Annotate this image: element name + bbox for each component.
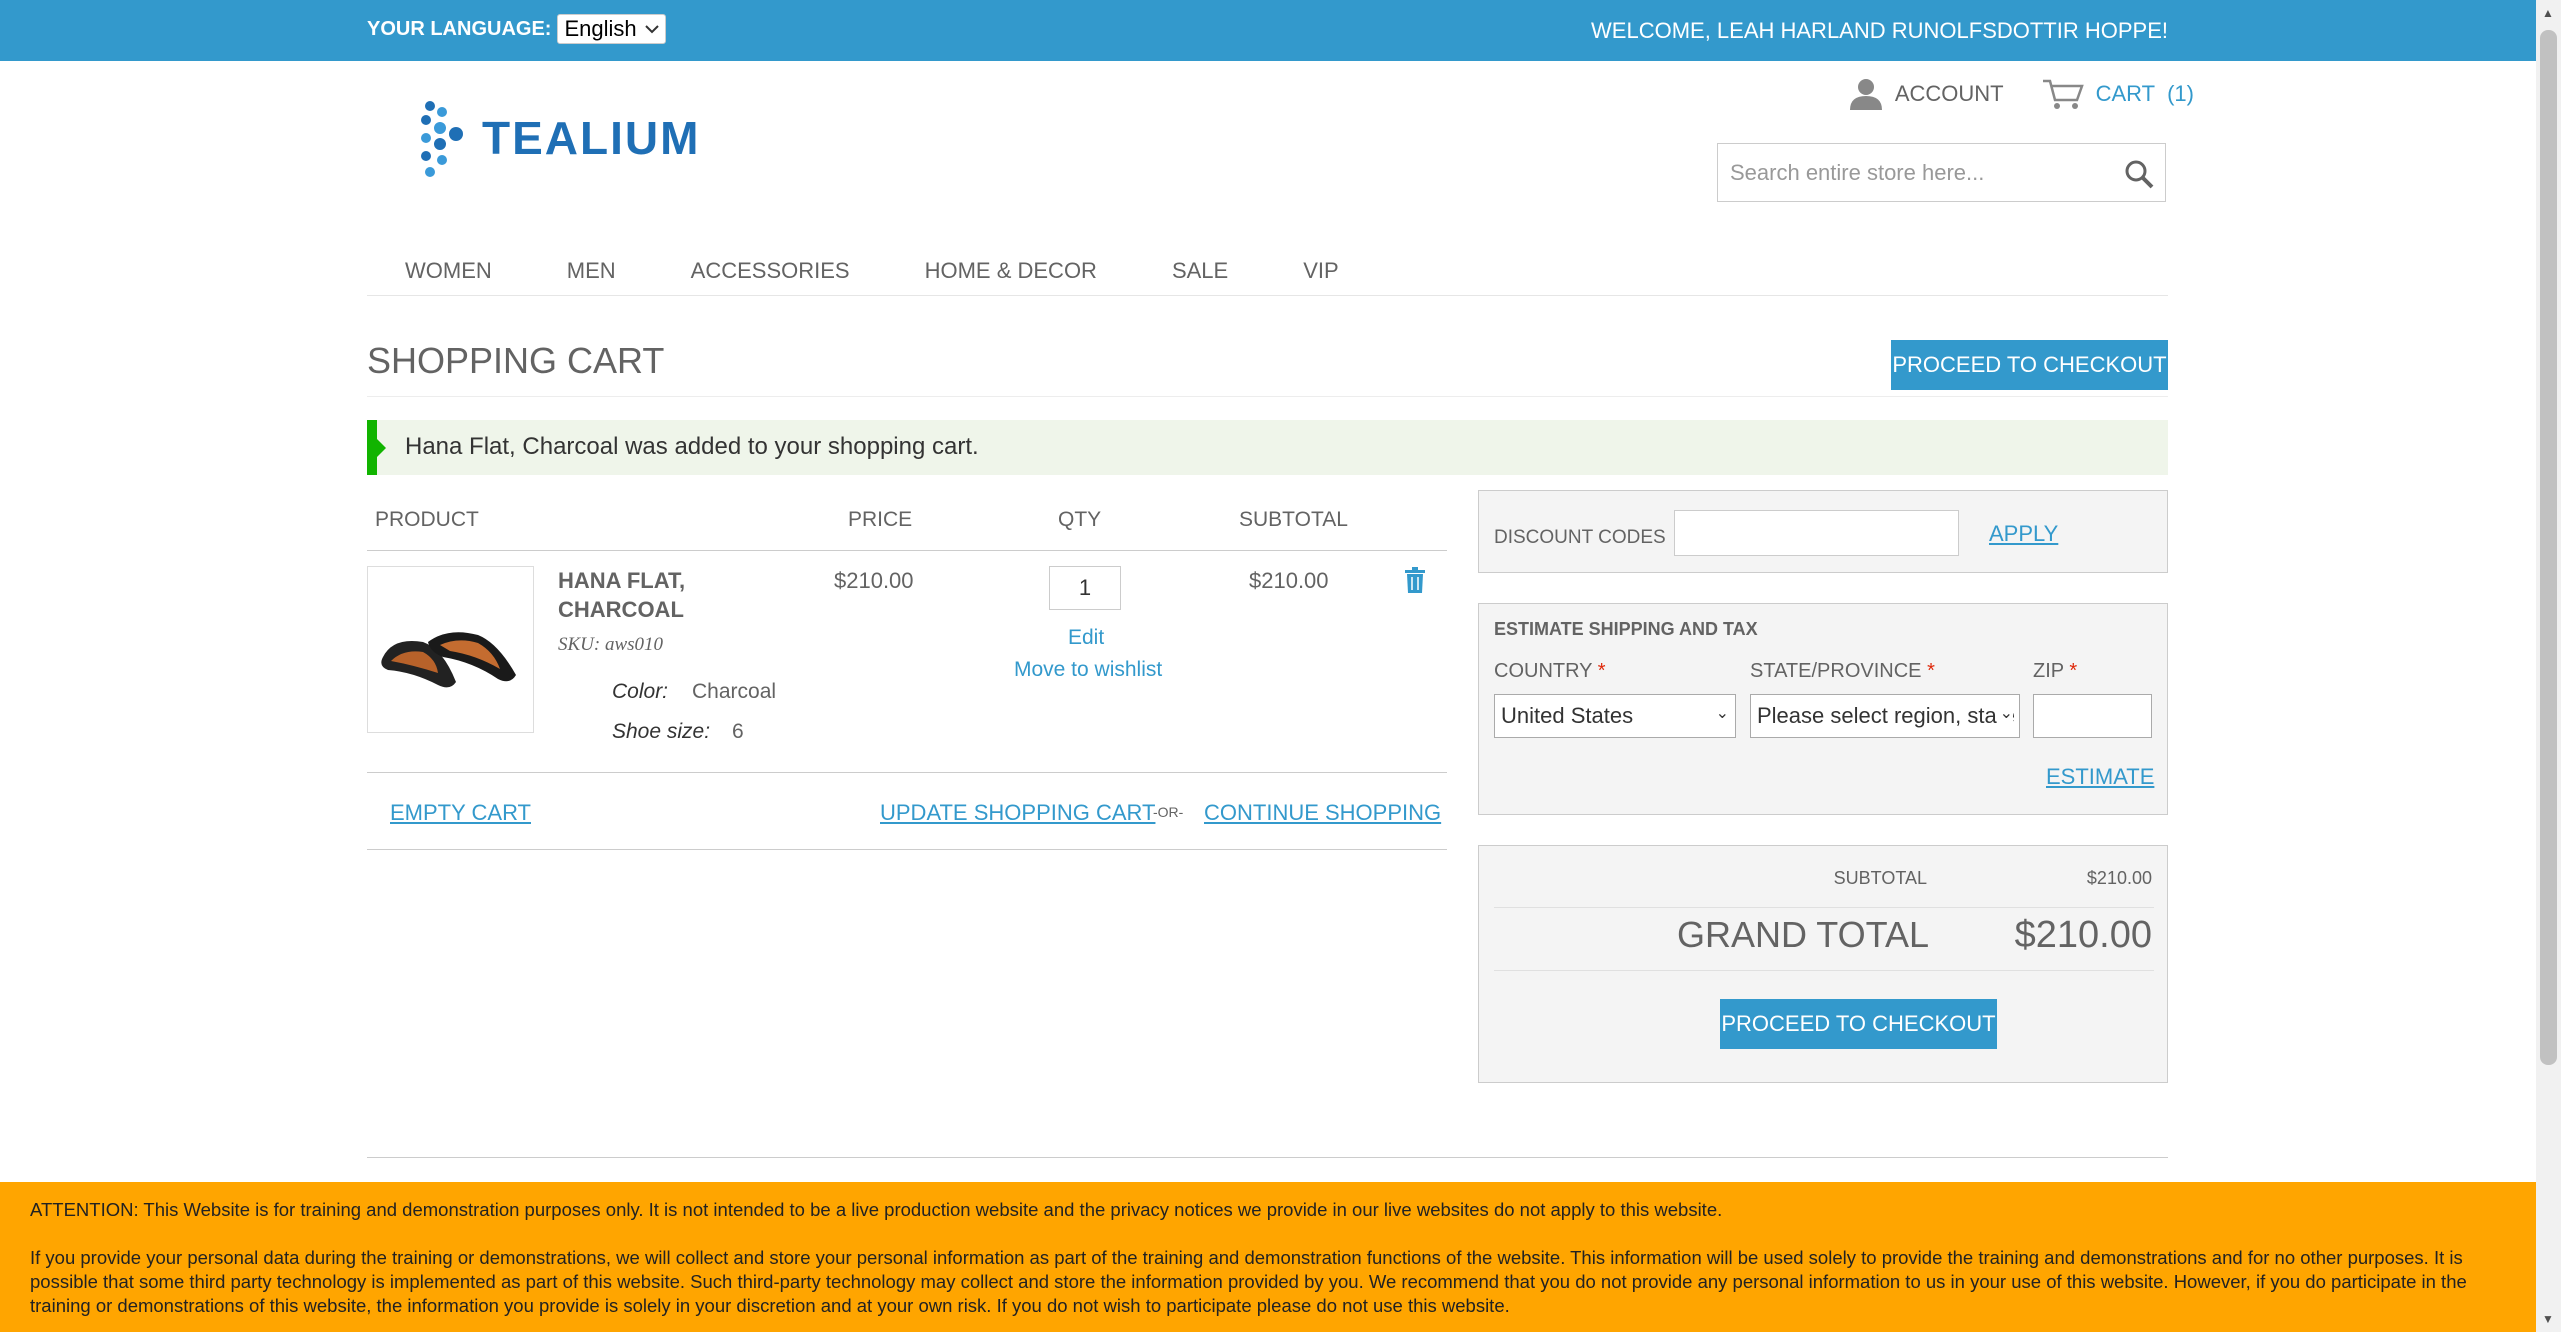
divider bbox=[1494, 907, 2154, 908]
apply-discount-button[interactable]: APPLY bbox=[1989, 521, 2058, 547]
nav-item-accessories[interactable]: ACCESSORIES bbox=[653, 240, 887, 295]
chevron-down-icon bbox=[644, 25, 659, 34]
divider bbox=[1494, 970, 2154, 971]
required-mark: * bbox=[1597, 660, 1606, 682]
shoe-image bbox=[381, 632, 516, 688]
language-select-value: English bbox=[564, 16, 637, 41]
trash-icon[interactable] bbox=[1405, 567, 1425, 593]
proceed-checkout-button-bottom[interactable]: PROCEED TO CHECKOUT bbox=[1720, 999, 1997, 1049]
continue-shopping-button[interactable]: CONTINUE SHOPPING bbox=[1204, 800, 1441, 826]
discount-code-input[interactable] bbox=[1674, 510, 1959, 556]
chevron-down-icon: ⌄ bbox=[1715, 705, 1729, 722]
page-title: SHOPPING CART bbox=[367, 340, 665, 381]
scroll-up-icon[interactable]: ▲ bbox=[2542, 6, 2554, 20]
grand-total-label: GRAND TOTAL bbox=[1676, 914, 1929, 955]
logo-dots-icon bbox=[421, 101, 463, 177]
state-select-value: Please select region, state or province bbox=[1757, 703, 2019, 728]
scrollbar[interactable]: ▲ ▼ bbox=[2536, 0, 2561, 1332]
empty-cart-button[interactable]: EMPTY CART bbox=[390, 800, 531, 826]
scrollbar-thumb[interactable] bbox=[2540, 30, 2557, 1065]
chevron-down-icon: ⌄ bbox=[1996, 703, 2013, 723]
col-price: PRICE bbox=[848, 508, 913, 531]
item-price: $210.00 bbox=[834, 568, 914, 593]
search-input[interactable]: Search entire store here... bbox=[1717, 143, 2166, 202]
move-to-wishlist-link[interactable]: Move to wishlist bbox=[1014, 658, 1162, 682]
state-select[interactable]: Please select region, state or province … bbox=[1750, 694, 2020, 738]
cart-label: CART bbox=[2095, 81, 2156, 106]
shipping-panel: ESTIMATE SHIPPING AND TAX COUNTRY * STAT… bbox=[1478, 603, 2168, 815]
header-links: ACCOUNT CART (1) bbox=[1849, 78, 2194, 110]
logo[interactable]: TEALIUM bbox=[418, 98, 700, 178]
divider bbox=[367, 1157, 2168, 1158]
col-subtotal: SUBTOTAL bbox=[1239, 508, 1348, 531]
country-label-text: COUNTRY bbox=[1494, 660, 1593, 682]
or-separator: -OR- bbox=[1153, 804, 1184, 820]
divider bbox=[367, 396, 2168, 397]
col-qty: QTY bbox=[1058, 508, 1102, 531]
success-message-text: Hana Flat, Charcoal was added to your sh… bbox=[405, 433, 979, 460]
state-label: STATE/PROVINCE * bbox=[1750, 660, 1935, 683]
success-bar bbox=[367, 420, 377, 475]
cart-icon bbox=[2042, 79, 2084, 109]
cart-count: (1) bbox=[2167, 81, 2194, 106]
item-subtotal: $210.00 bbox=[1249, 568, 1329, 593]
nav-item-women[interactable]: WOMEN bbox=[367, 240, 529, 295]
language-switcher: YOUR LANGUAGE: English bbox=[367, 14, 666, 44]
product-sku: SKU: aws010 bbox=[558, 634, 664, 655]
success-message: Hana Flat, Charcoal was added to your sh… bbox=[367, 420, 2168, 475]
language-select[interactable]: English bbox=[557, 14, 666, 44]
nav-item-sale[interactable]: SALE bbox=[1134, 240, 1265, 295]
shoe-size-value: 6 bbox=[732, 720, 744, 743]
estimate-button[interactable]: ESTIMATE bbox=[2046, 764, 2154, 790]
top-bar: YOUR LANGUAGE: English WELCOME, LEAH HAR… bbox=[0, 0, 2536, 61]
logo-text: TEALIUM bbox=[482, 112, 701, 164]
zip-label-text: ZIP bbox=[2033, 660, 2064, 682]
user-icon bbox=[1849, 79, 1882, 110]
product-image[interactable] bbox=[367, 566, 534, 733]
main-nav: WOMEN MEN ACCESSORIES HOME & DECOR SALE … bbox=[367, 240, 2168, 296]
color-label: Color: bbox=[612, 680, 669, 703]
search-icon[interactable] bbox=[2123, 158, 2155, 190]
welcome-message: WELCOME, LEAH HARLAND RUNOLFSDOTTIR HOPP… bbox=[1591, 18, 2168, 43]
quantity-input[interactable]: 1 bbox=[1049, 566, 1121, 610]
divider bbox=[367, 849, 1447, 850]
required-mark: * bbox=[2069, 660, 2078, 682]
product-name[interactable]: HANA FLAT, CHARCOAL bbox=[558, 566, 758, 624]
cart-link[interactable]: CART (1) bbox=[2042, 78, 2194, 110]
account-link[interactable]: ACCOUNT bbox=[1849, 78, 2004, 110]
notice-privacy: If you provide your personal data during… bbox=[30, 1247, 2467, 1316]
totals-panel: SUBTOTAL $210.00 GRAND TOTAL $210.00 PRO… bbox=[1478, 845, 2168, 1083]
state-label-text: STATE/PROVINCE bbox=[1750, 660, 1922, 682]
shipping-title: ESTIMATE SHIPPING AND TAX bbox=[1494, 619, 1758, 639]
account-label: ACCOUNT bbox=[1894, 81, 2004, 106]
edit-link[interactable]: Edit bbox=[1068, 626, 1104, 650]
update-cart-button[interactable]: UPDATE SHOPPING CART bbox=[880, 800, 1155, 826]
success-arrow-icon bbox=[377, 439, 386, 457]
color-value: Charcoal bbox=[692, 680, 777, 703]
scroll-down-icon[interactable]: ▼ bbox=[2542, 1312, 2554, 1326]
subtotal-value: $210.00 bbox=[2086, 868, 2152, 888]
cart-table-header: PRODUCT PRICE QTY SUBTOTAL bbox=[367, 490, 1447, 551]
demo-notice-banner: ATTENTION: This Website is for training … bbox=[0, 1182, 2536, 1332]
nav-item-men[interactable]: MEN bbox=[529, 240, 653, 295]
country-select[interactable]: United States ⌄ bbox=[1494, 694, 1736, 738]
country-select-value: United States bbox=[1501, 703, 1634, 728]
subtotal-label: SUBTOTAL bbox=[1833, 868, 1927, 888]
zip-input[interactable] bbox=[2033, 694, 2152, 738]
nav-item-home-decor[interactable]: HOME & DECOR bbox=[887, 240, 1134, 295]
discount-label: DISCOUNT CODES bbox=[1494, 527, 1666, 548]
language-label: YOUR LANGUAGE: bbox=[367, 17, 552, 40]
search-placeholder: Search entire store here... bbox=[1730, 160, 1985, 185]
col-product: PRODUCT bbox=[375, 508, 479, 531]
divider bbox=[367, 772, 1447, 773]
zip-label: ZIP * bbox=[2033, 660, 2077, 683]
proceed-checkout-button-top[interactable]: PROCEED TO CHECKOUT bbox=[1891, 340, 2168, 390]
discount-panel: DISCOUNT CODES APPLY bbox=[1478, 490, 2168, 573]
required-mark: * bbox=[1927, 660, 1935, 682]
nav-item-vip[interactable]: VIP bbox=[1265, 240, 1375, 295]
country-label: COUNTRY * bbox=[1494, 660, 1606, 683]
shoe-size-label: Shoe size: bbox=[612, 720, 711, 743]
grand-total-value: $210.00 bbox=[2014, 914, 2152, 956]
notice-attention: ATTENTION: This Website is for training … bbox=[30, 1199, 1723, 1220]
